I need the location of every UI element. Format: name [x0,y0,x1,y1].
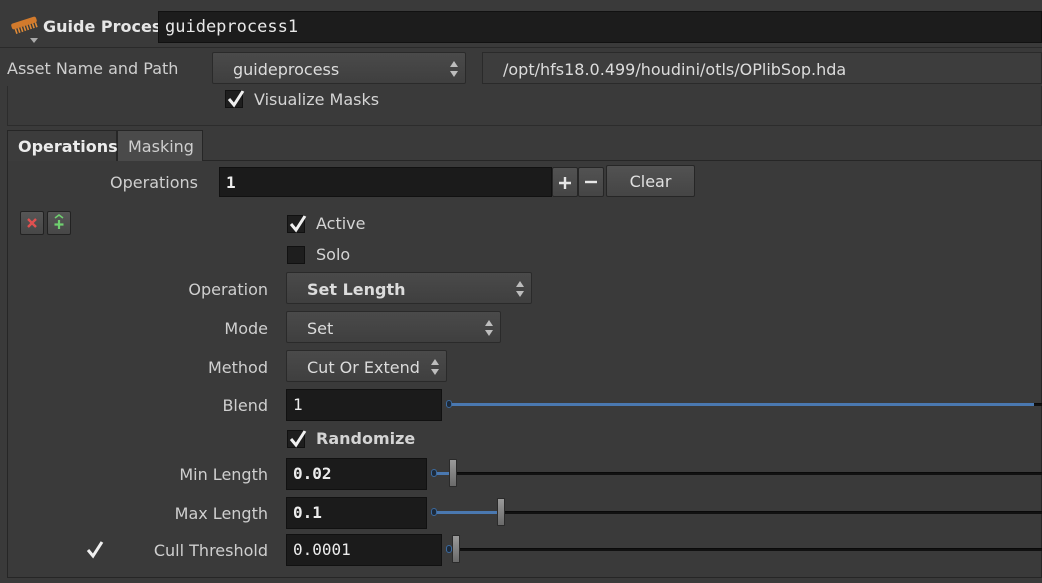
slider-track [446,548,1042,551]
max-length-slider[interactable] [431,498,1042,528]
mode-label: Mode [224,319,268,338]
slider-handle[interactable] [452,535,460,563]
randomize-label: Randomize [316,429,416,448]
asset-path-field[interactable]: /opt/hfs18.0.499/houdini/otls/OPlibSop.h… [482,52,1042,84]
blend-slider[interactable] [446,390,1042,420]
insert-instance-button[interactable] [47,211,71,235]
dropdown-arrows-icon [450,61,458,77]
dropdown-arrows-icon [516,281,524,297]
dropdown-arrows-icon [431,359,439,375]
checkmark-icon [289,430,307,448]
randomize-checkbox[interactable] [287,430,307,448]
slider-handle[interactable] [497,498,505,526]
visualize-masks-checkbox[interactable] [225,90,245,108]
method-value: Cut Or Extend [307,358,420,377]
mode-value: Set [307,319,334,338]
slider-fill [431,511,497,514]
operations-label: Operations [110,173,198,192]
cull-threshold-slider[interactable] [446,535,1042,565]
blend-input[interactable]: 1 [286,389,442,421]
comb-icon[interactable] [8,14,42,43]
asset-name-dropdown[interactable]: guideprocess [212,52,466,84]
asset-name-label: Asset Name and Path [7,59,179,78]
slider-start-marker [431,469,437,477]
slider-track [431,472,1042,475]
method-label: Method [207,358,268,377]
dropdown-arrows-icon [485,320,493,336]
blend-label: Blend [222,396,268,415]
min-length-label: Min Length [179,465,268,484]
cull-threshold-label: Cull Threshold [153,541,268,560]
max-length-input[interactable]: 0.1 [286,497,427,529]
slider-start-marker [446,400,452,408]
operation-label: Operation [188,280,268,299]
tab-masking[interactable]: Masking [117,130,203,161]
checkmark-icon [289,215,307,233]
insert-plus-icon [54,214,64,229]
method-dropdown[interactable]: Cut Or Extend [286,350,447,382]
solo-label: Solo [316,245,351,264]
slider-handle[interactable] [449,459,457,487]
operation-dropdown[interactable]: Set Length [286,272,532,304]
checkmark-icon [227,90,245,108]
minus-icon [585,180,597,184]
min-length-slider[interactable] [431,459,1042,489]
slider-fill [446,403,1034,406]
remove-operation-button[interactable] [578,167,604,197]
active-checkbox[interactable] [287,215,307,233]
remove-x-icon [27,218,37,228]
operation-value: Set Length [307,280,406,299]
remove-instance-button[interactable] [20,211,44,235]
visualize-masks-group [7,86,1042,126]
visualize-masks-label: Visualize Masks [254,90,380,109]
mode-dropdown[interactable]: Set [286,311,501,343]
add-operation-button[interactable] [552,167,578,197]
min-length-input[interactable]: 0.02 [286,458,427,490]
plus-icon [559,177,571,189]
solo-checkbox[interactable] [287,246,305,264]
clear-button[interactable]: Clear [606,165,695,197]
tab-operations[interactable]: Operations [7,130,118,161]
active-label: Active [316,214,366,233]
operations-count-input[interactable]: 1 [219,167,552,197]
node-name-input[interactable]: guideprocess1 [158,11,1042,43]
slider-track [431,511,1042,514]
node-type-label: Guide Process [43,17,171,36]
slider-start-marker [431,508,437,516]
max-length-label: Max Length [174,504,268,523]
cull-threshold-input[interactable]: 0.0001 [286,534,442,566]
asset-name-value: guideprocess [233,60,340,79]
